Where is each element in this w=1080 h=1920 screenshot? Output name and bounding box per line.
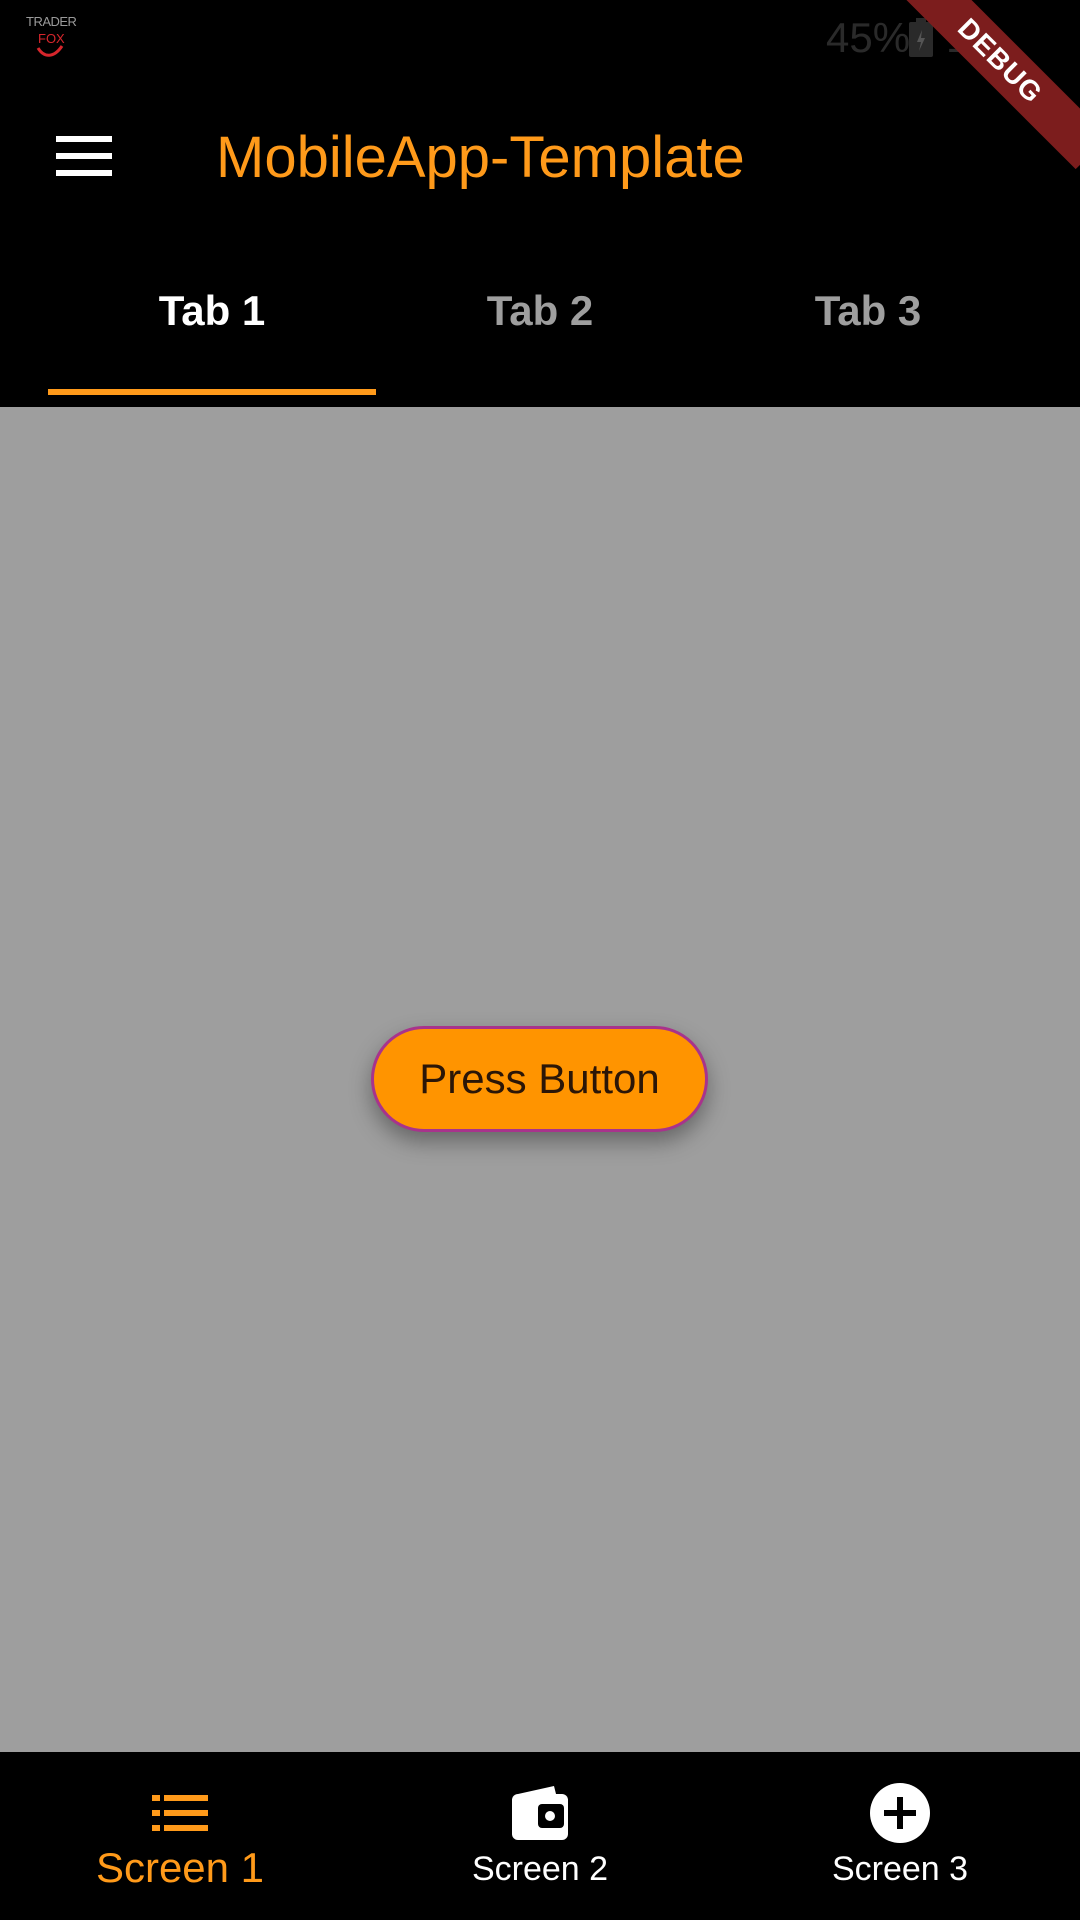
bottom-navigation-bar: Screen 1 Screen 2 Screen 3 (0, 1752, 1080, 1920)
nav-label: Screen 3 (831, 1850, 969, 1888)
menu-button[interactable] (38, 116, 130, 196)
press-button[interactable]: Press Button (371, 1026, 708, 1132)
nav-label: Screen 1 (95, 1844, 265, 1891)
tab-bar: Tab 1 Tab 2 Tab 3 (48, 265, 1032, 395)
add-circle-icon (869, 1782, 931, 1844)
status-bar: TRADER FOX 45% 18 (0, 0, 1080, 72)
fox-swoosh-icon (36, 45, 64, 57)
hamburger-menu-icon (56, 136, 112, 176)
nav-label: Screen 2 (471, 1850, 609, 1888)
battery-charging-icon (909, 18, 933, 57)
nav-item-screen-3[interactable]: Screen 3 (720, 1752, 1080, 1920)
nav-item-screen-1[interactable]: Screen 1 (0, 1752, 360, 1920)
tab-label: Tab 1 (158, 287, 266, 334)
tab-label: Tab 2 (486, 287, 594, 334)
tab-2[interactable]: Tab 2 (376, 265, 704, 395)
active-tab-indicator (48, 389, 376, 395)
battery-percentage: 45% (826, 14, 911, 61)
tab-1[interactable]: Tab 1 (48, 265, 376, 395)
tab-3[interactable]: Tab 3 (704, 265, 1032, 395)
list-icon (149, 1782, 211, 1844)
status-clock: 18 (946, 14, 993, 61)
app-screen: TRADER FOX 45% 18 MobileApp-Template Tab (0, 0, 1080, 1920)
tab-label: Tab 3 (814, 287, 922, 334)
nav-item-screen-2[interactable]: Screen 2 (360, 1752, 720, 1920)
wallet-icon (509, 1782, 571, 1844)
trader-fox-logo: TRADER FOX (24, 14, 77, 60)
app-title: MobileApp-Template (216, 125, 745, 190)
tab-content-area: Press Button (0, 407, 1080, 1752)
brand-logo-top-text: TRADER (26, 14, 77, 29)
